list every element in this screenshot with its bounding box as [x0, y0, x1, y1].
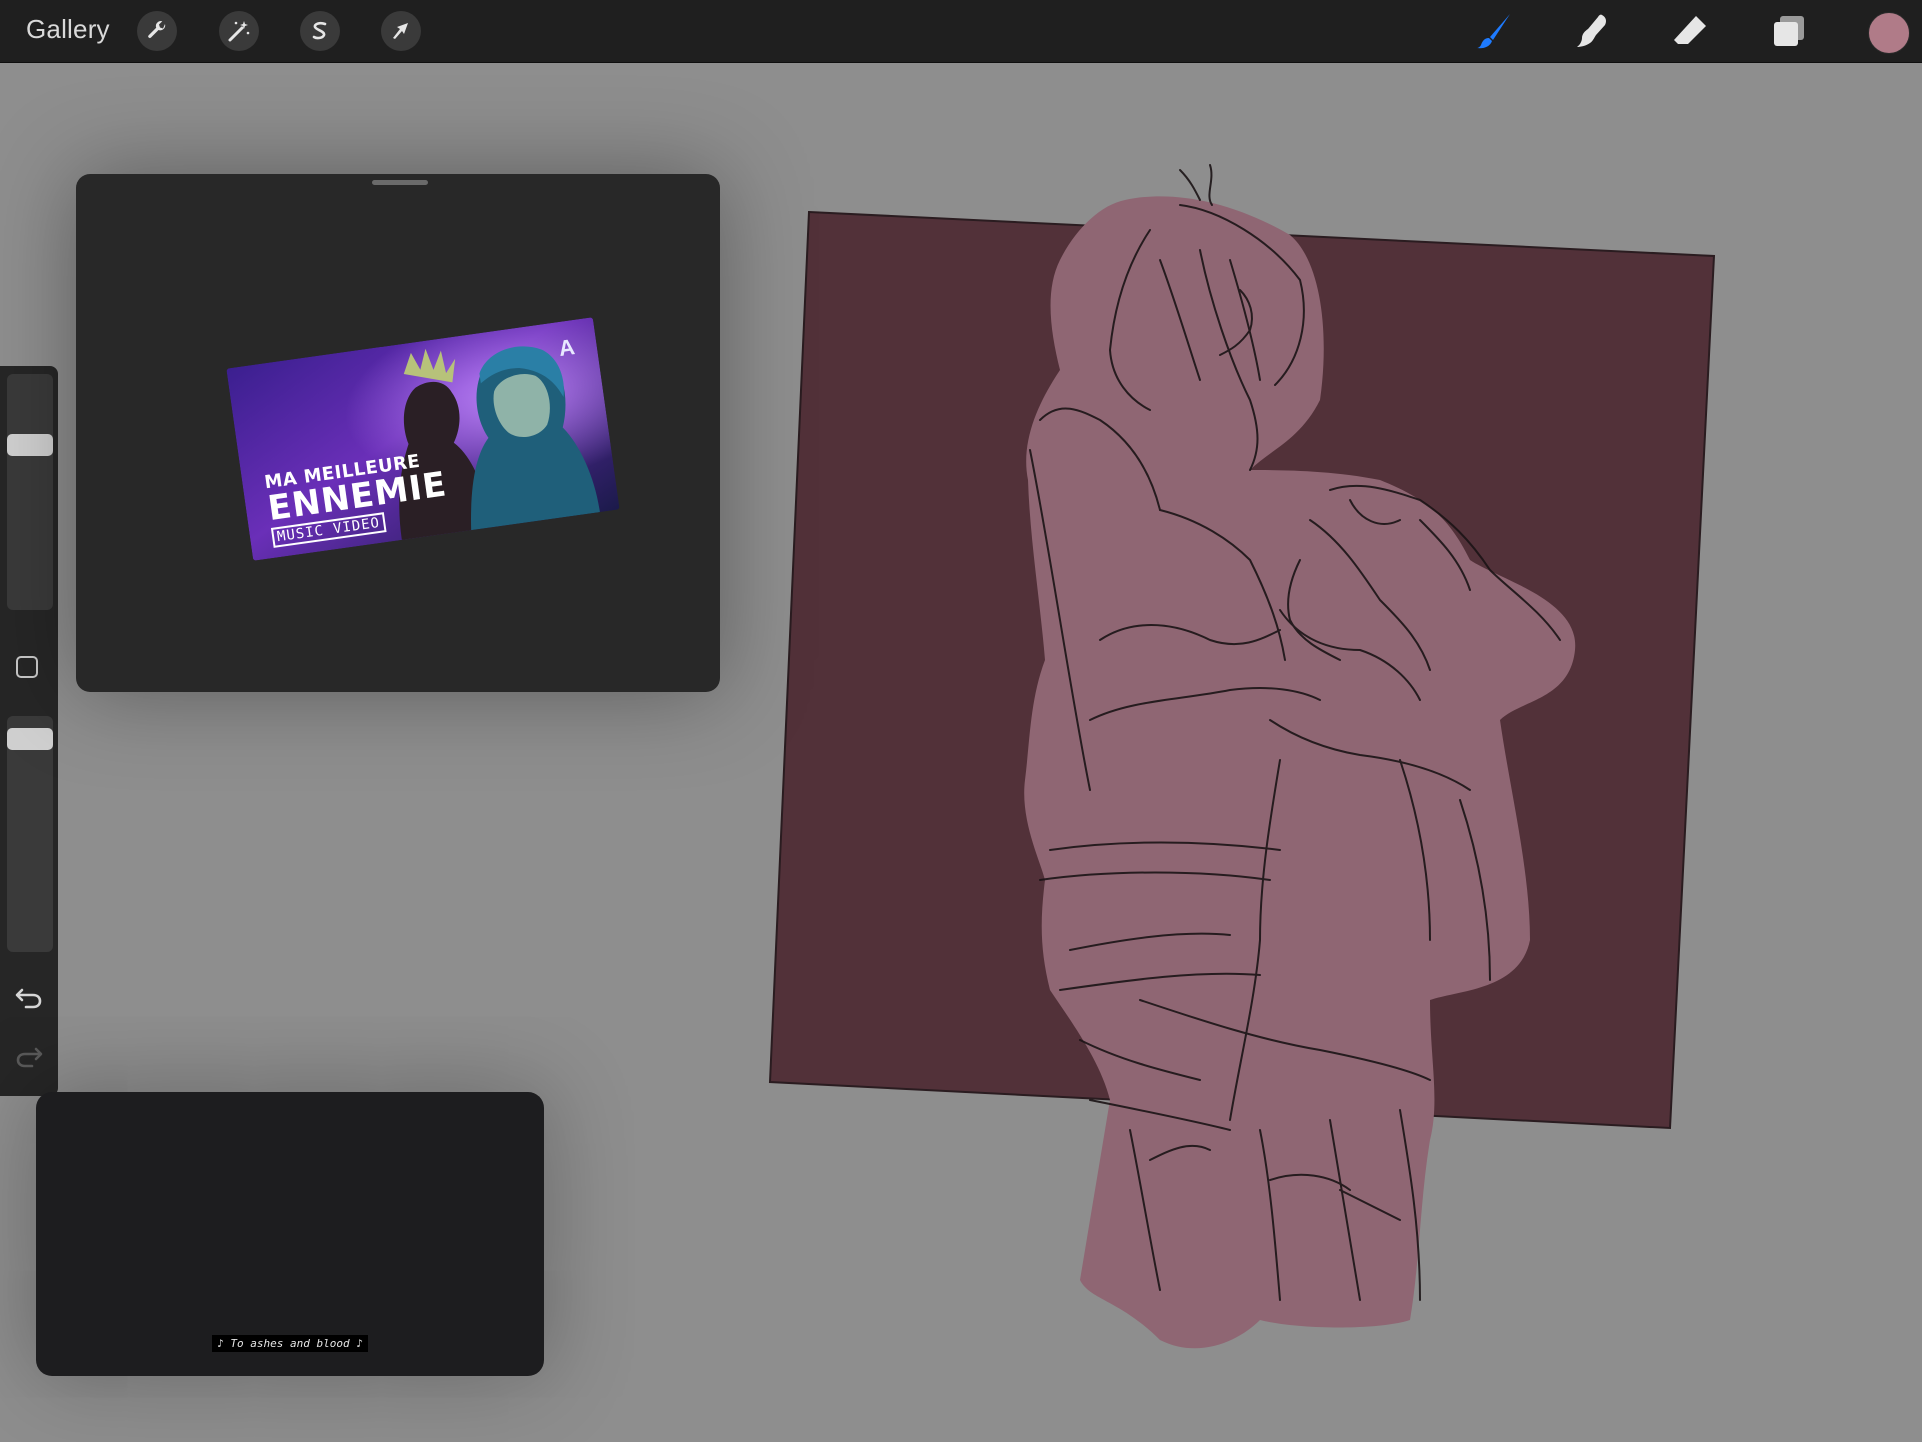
magic-wand-icon: [228, 21, 250, 42]
gallery-button[interactable]: Gallery: [26, 14, 110, 45]
modify-button[interactable]: [16, 656, 38, 678]
selection-button[interactable]: [300, 11, 340, 51]
picture-in-picture-lyrics-window[interactable]: ♪ To ashes and blood ♪: [36, 1092, 544, 1376]
move-arrow-icon: [393, 23, 408, 39]
undo-icon[interactable]: [14, 983, 44, 1013]
brush-icon: [1477, 14, 1510, 49]
figures-fill: [1024, 196, 1576, 1349]
opacity-slider-thumb[interactable]: [7, 728, 53, 750]
eraser-icon: [1674, 16, 1706, 44]
smudge-button[interactable]: [1570, 9, 1614, 53]
brush-size-slider-thumb[interactable]: [7, 434, 53, 456]
brush-button[interactable]: [1472, 9, 1516, 53]
adjustments-button[interactable]: [219, 11, 259, 51]
video-thumbnail[interactable]: A MA MEILLEURE ENNEMIE MUSIC VIDEO: [226, 317, 620, 561]
smudge-icon: [1577, 14, 1606, 47]
canvas-frame-square: [768, 210, 1716, 1130]
layers-icon: [1774, 16, 1804, 46]
picture-in-picture-video-window[interactable]: A MA MEILLEURE ENNEMIE MUSIC VIDEO: [76, 174, 720, 692]
actions-button[interactable]: [137, 11, 177, 51]
top-toolbar: Gallery: [0, 0, 1922, 63]
transform-button[interactable]: [381, 11, 421, 51]
opacity-slider[interactable]: [7, 716, 53, 952]
left-sidebar: [0, 366, 58, 1096]
selection-icon: [312, 21, 327, 40]
lyrics-caption-text: ♪ To ashes and blood ♪: [212, 1335, 368, 1352]
eraser-button[interactable]: [1668, 9, 1712, 53]
lyrics-caption: ♪ To ashes and blood ♪: [36, 1334, 544, 1352]
brush-size-slider[interactable]: [7, 374, 53, 610]
window-grab-handle[interactable]: [372, 180, 428, 185]
color-picker-button[interactable]: [1868, 12, 1910, 54]
wrench-icon: [148, 21, 166, 38]
thumbnail-channel-badge: A: [557, 334, 577, 362]
layers-button[interactable]: [1767, 9, 1811, 53]
redo-icon[interactable]: [14, 1042, 44, 1072]
sketch-linework: [1029, 164, 1561, 1301]
